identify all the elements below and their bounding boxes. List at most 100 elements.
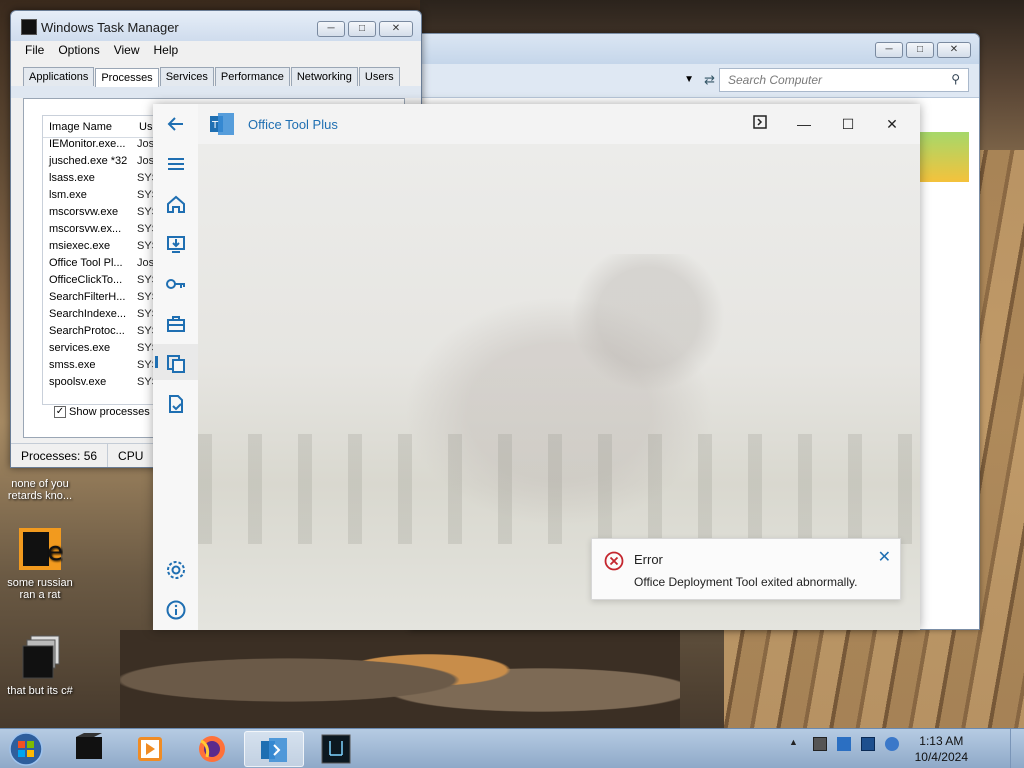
- convert-icon[interactable]: [165, 353, 187, 375]
- desktop-icon-label: none of you retards kno...: [7, 478, 73, 502]
- minimize-button[interactable]: ─: [317, 21, 345, 37]
- process-name: SearchFilterH...: [49, 291, 126, 303]
- process-name: SearchIndexe...: [49, 308, 127, 320]
- minimize-button[interactable]: —: [794, 114, 814, 134]
- hamburger-menu-icon[interactable]: [165, 153, 187, 175]
- checkbox-checked-icon[interactable]: ✓: [54, 406, 66, 418]
- taskbar-clock[interactable]: 1:13 AM 10/4/2024: [915, 733, 968, 765]
- maximize-icon: ☐: [841, 116, 855, 132]
- notification-close-icon[interactable]: ✕: [878, 547, 891, 567]
- process-name: SearchProtoc...: [49, 325, 125, 337]
- tray-expand-icon[interactable]: ▲: [789, 737, 803, 751]
- nav-selected-indicator: [155, 356, 158, 368]
- show-all-processes[interactable]: ✓ Show processes fro: [54, 406, 166, 418]
- maximize-button[interactable]: □: [906, 42, 934, 58]
- taskbar-task-manager[interactable]: [60, 731, 120, 767]
- taskbar-firefox[interactable]: [182, 731, 242, 767]
- process-name: OfficeClickTo...: [49, 274, 123, 286]
- console-icon: [753, 115, 767, 129]
- desktop-icon-2[interactable]: e some russian ran a rat: [0, 526, 80, 601]
- column-image-name[interactable]: Image Name: [43, 116, 133, 137]
- process-name: IEMonitor.exe...: [49, 138, 126, 150]
- explorer-titlebar[interactable]: ─ □ ✕: [411, 34, 979, 64]
- process-name: mscorsvw.exe: [49, 206, 119, 218]
- taskbar-office-tool-plus[interactable]: [244, 731, 304, 767]
- tray-volume-icon[interactable]: [885, 737, 899, 751]
- taskbar-terminal[interactable]: [306, 731, 366, 767]
- deploy-icon[interactable]: [165, 233, 187, 255]
- nav-rail: [153, 104, 198, 630]
- search-icon[interactable]: ⚲: [951, 72, 960, 86]
- minimize-button[interactable]: ─: [875, 42, 903, 58]
- tray-network-icon[interactable]: [837, 737, 851, 751]
- tray-display-icon[interactable]: [861, 737, 875, 751]
- app-title: Office Tool Plus: [248, 117, 338, 132]
- process-count: Processes: 56: [11, 444, 109, 467]
- tab-networking[interactable]: Networking: [290, 67, 358, 86]
- info-icon[interactable]: [165, 599, 187, 621]
- close-icon: ✕: [886, 116, 898, 132]
- menu-file[interactable]: File: [25, 43, 44, 59]
- console-button[interactable]: [750, 114, 770, 134]
- process-user: Jos: [137, 155, 155, 167]
- desktop-icon-3[interactable]: that but its c#: [0, 634, 80, 697]
- terminal-app-icon: [321, 734, 351, 764]
- maximize-button[interactable]: □: [348, 21, 376, 37]
- menu-bar: File Options View Help: [11, 41, 421, 61]
- back-arrow-icon[interactable]: [165, 113, 187, 135]
- start-button-icon[interactable]: [6, 731, 46, 767]
- explorer-search-input[interactable]: Search Computer ⚲: [719, 68, 969, 92]
- menu-options[interactable]: Options: [58, 43, 99, 59]
- system-tray: ▲: [789, 737, 899, 751]
- background-monument: [528, 254, 768, 434]
- tab-performance[interactable]: Performance: [214, 67, 290, 86]
- show-desktop-button[interactable]: [1010, 729, 1024, 768]
- tab-strip: Applications Processes Services Performa…: [11, 61, 421, 87]
- tab-applications[interactable]: Applications: [23, 67, 95, 86]
- menu-help[interactable]: Help: [154, 43, 179, 59]
- taskbar-media-player[interactable]: [120, 731, 180, 767]
- close-button[interactable]: ✕: [379, 21, 413, 37]
- tab-services[interactable]: Services: [159, 67, 214, 86]
- desktop-icon-label: some russian ran a rat: [7, 577, 73, 601]
- cpu-usage: CPU: [108, 444, 155, 467]
- desktop-icon-label: that but its c#: [7, 685, 73, 697]
- process-user: Jos: [137, 257, 155, 269]
- clock-time: 1:13 AM: [919, 734, 964, 748]
- notification-message: Office Deployment Tool exited abnormally…: [634, 575, 858, 589]
- app-header[interactable]: T Office Tool Plus — ☐ ✕: [198, 104, 920, 144]
- menu-view[interactable]: View: [114, 43, 140, 59]
- window-title: Windows Task Manager: [41, 20, 179, 35]
- toolbox-icon[interactable]: [165, 313, 187, 335]
- process-name: Office Tool Pl...: [49, 257, 123, 269]
- desktop-icon-1[interactable]: none of you retards kno...: [0, 478, 80, 502]
- search-placeholder: Search Computer: [728, 73, 823, 87]
- task-manager-titlebar[interactable]: Windows Task Manager ─ □ ✕: [11, 11, 421, 41]
- tray-drive-icon[interactable]: [813, 737, 827, 751]
- explorer-preview-image: [919, 132, 969, 182]
- clock-date: 10/4/2024: [914, 750, 968, 764]
- dropdown-arrow-icon[interactable]: ▼: [684, 74, 694, 85]
- media-player-icon: [138, 737, 162, 761]
- home-icon[interactable]: [165, 193, 187, 215]
- close-button[interactable]: ✕: [882, 114, 902, 134]
- tab-processes[interactable]: Processes: [95, 68, 159, 87]
- minimize-icon: —: [797, 116, 811, 132]
- process-name: services.exe: [49, 342, 111, 354]
- refresh-icon[interactable]: ⇄: [704, 72, 715, 88]
- error-notification[interactable]: Error Office Deployment Tool exited abno…: [591, 538, 901, 600]
- process-name: mscorsvw.ex...: [49, 223, 122, 235]
- close-button[interactable]: ✕: [937, 42, 971, 58]
- tab-users[interactable]: Users: [358, 67, 400, 86]
- document-check-icon[interactable]: [165, 393, 187, 415]
- process-user: Jos: [137, 138, 155, 150]
- black-box-app-icon: [76, 733, 102, 759]
- settings-icon[interactable]: [165, 559, 187, 581]
- wallpaper-rocks: [120, 630, 680, 730]
- task-manager-icon: [21, 19, 37, 35]
- show-all-label: Show processes fro: [69, 406, 166, 418]
- error-icon: [604, 551, 624, 571]
- background-trees: [198, 434, 920, 544]
- key-icon[interactable]: [165, 273, 187, 295]
- maximize-button[interactable]: ☐: [838, 114, 858, 134]
